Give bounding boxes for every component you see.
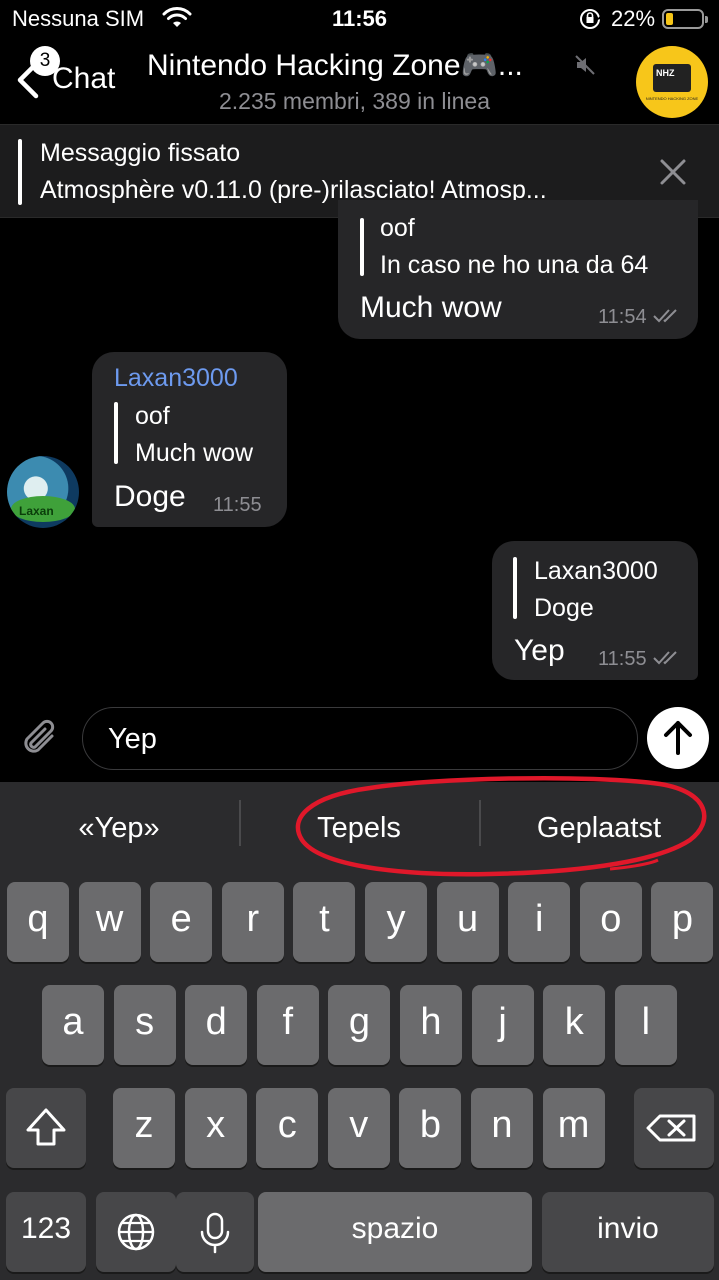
pinned-accent-bar xyxy=(18,139,22,205)
backspace-icon xyxy=(646,1114,696,1142)
key-s[interactable]: s xyxy=(113,985,176,1065)
reply-author: oof xyxy=(135,402,170,430)
key-t[interactable]: t xyxy=(293,882,356,962)
key-g[interactable]: g xyxy=(328,985,391,1065)
read-checkmarks-icon xyxy=(653,651,677,665)
user-avatar-text: Laxan xyxy=(19,504,54,518)
globe-icon xyxy=(117,1213,155,1251)
key-u[interactable]: u xyxy=(436,882,499,962)
pinned-title: Messaggio fissato xyxy=(40,139,241,167)
user-avatar[interactable]: Laxan xyxy=(7,456,79,528)
message-bubble-outgoing[interactable]: Laxan3000 Doge Yep 11:55 xyxy=(492,541,698,680)
battery-percent: 22% xyxy=(611,6,656,31)
key-f[interactable]: f xyxy=(256,985,319,1065)
close-icon[interactable] xyxy=(656,155,690,189)
key-y[interactable]: y xyxy=(365,882,427,962)
dictation-key[interactable] xyxy=(176,1192,254,1272)
chat-header: Chat 3 Nintendo Hacking Zone🎮... 2.235 m… xyxy=(0,40,719,124)
space-key[interactable]: spazio xyxy=(258,1192,532,1272)
key-c[interactable]: c xyxy=(256,1088,319,1168)
reply-accent-bar xyxy=(114,402,118,464)
key-x[interactable]: x xyxy=(184,1088,247,1168)
key-p[interactable]: p xyxy=(651,882,714,962)
message-bubble-incoming[interactable]: Laxan3000 oof Much wow Doge 11:55 xyxy=(92,352,287,527)
key-w[interactable]: w xyxy=(78,882,141,962)
message-input[interactable]: Yep xyxy=(82,707,638,770)
reply-text: In caso ne ho una da 64 xyxy=(380,251,649,279)
battery-fill xyxy=(666,13,673,25)
key-h[interactable]: h xyxy=(400,985,462,1065)
numbers-key[interactable]: 123 xyxy=(6,1192,86,1272)
red-annotation-circle xyxy=(295,775,707,877)
suggestion-1[interactable]: «Yep» xyxy=(0,812,238,845)
reply-accent-bar xyxy=(360,218,364,276)
key-k[interactable]: k xyxy=(543,985,606,1065)
key-d[interactable]: d xyxy=(185,985,248,1065)
arrow-up-icon xyxy=(664,721,692,755)
group-avatar-caption: NINTENDO HACKING ZONE xyxy=(645,96,699,101)
key-l[interactable]: l xyxy=(614,985,677,1065)
key-b[interactable]: b xyxy=(399,1088,462,1168)
microphone-icon xyxy=(200,1212,230,1254)
message-time: 11:55 xyxy=(213,494,262,516)
key-v[interactable]: v xyxy=(327,1088,390,1168)
muted-speaker-icon xyxy=(575,55,595,75)
read-checkmarks-icon xyxy=(653,309,677,323)
message-time: 11:54 xyxy=(598,306,647,328)
key-r[interactable]: r xyxy=(221,882,284,962)
message-text: Doge xyxy=(114,480,186,513)
backspace-key[interactable] xyxy=(634,1088,714,1168)
reply-author: oof xyxy=(380,214,415,242)
message-text: Yep xyxy=(514,634,565,667)
keyboard: «Yep» Tepels Geplaatst qwertyuiop asdfgh… xyxy=(0,775,719,1280)
group-avatar-text: NHZ xyxy=(656,68,675,78)
shift-arrow-icon xyxy=(26,1108,66,1146)
rotation-lock-icon xyxy=(580,9,602,29)
paperclip-icon[interactable] xyxy=(18,716,64,762)
reply-text: Doge xyxy=(534,594,594,622)
message-input-value: Yep xyxy=(108,723,157,755)
shift-key[interactable] xyxy=(6,1088,86,1168)
chat-title[interactable]: Nintendo Hacking Zone🎮... xyxy=(147,48,523,83)
return-key[interactable]: invio xyxy=(542,1192,714,1272)
globe-key[interactable] xyxy=(96,1192,176,1272)
group-avatar[interactable]: NHZ NINTENDO HACKING ZONE xyxy=(636,46,708,118)
battery-icon xyxy=(662,9,708,29)
key-z[interactable]: z xyxy=(113,1088,175,1168)
message-bubble-outgoing[interactable]: oof In caso ne ho una da 64 Much wow 11:… xyxy=(338,200,698,339)
key-n[interactable]: n xyxy=(471,1088,533,1168)
key-q[interactable]: q xyxy=(7,882,69,962)
chat-subtitle: 2.235 membri, 389 in linea xyxy=(218,88,491,114)
key-a[interactable]: a xyxy=(42,985,104,1065)
unread-badge: 3 xyxy=(30,46,60,76)
key-m[interactable]: m xyxy=(542,1088,605,1168)
sender-name[interactable]: Laxan3000 xyxy=(114,364,238,393)
predictive-bar: «Yep» Tepels Geplaatst xyxy=(0,775,719,877)
key-j[interactable]: j xyxy=(471,985,534,1065)
status-bar: Nessuna SIM 11:56 22% xyxy=(0,0,719,40)
send-button[interactable] xyxy=(647,707,709,769)
reply-text: Much wow xyxy=(135,439,254,467)
reply-accent-bar xyxy=(513,557,517,619)
key-o[interactable]: o xyxy=(579,882,642,962)
message-text: Much wow xyxy=(360,291,502,324)
key-i[interactable]: i xyxy=(508,882,571,962)
message-time: 11:55 xyxy=(598,648,647,670)
reply-author: Laxan3000 xyxy=(534,557,658,585)
composer-bar: Yep xyxy=(0,700,719,782)
key-e[interactable]: e xyxy=(150,882,213,962)
